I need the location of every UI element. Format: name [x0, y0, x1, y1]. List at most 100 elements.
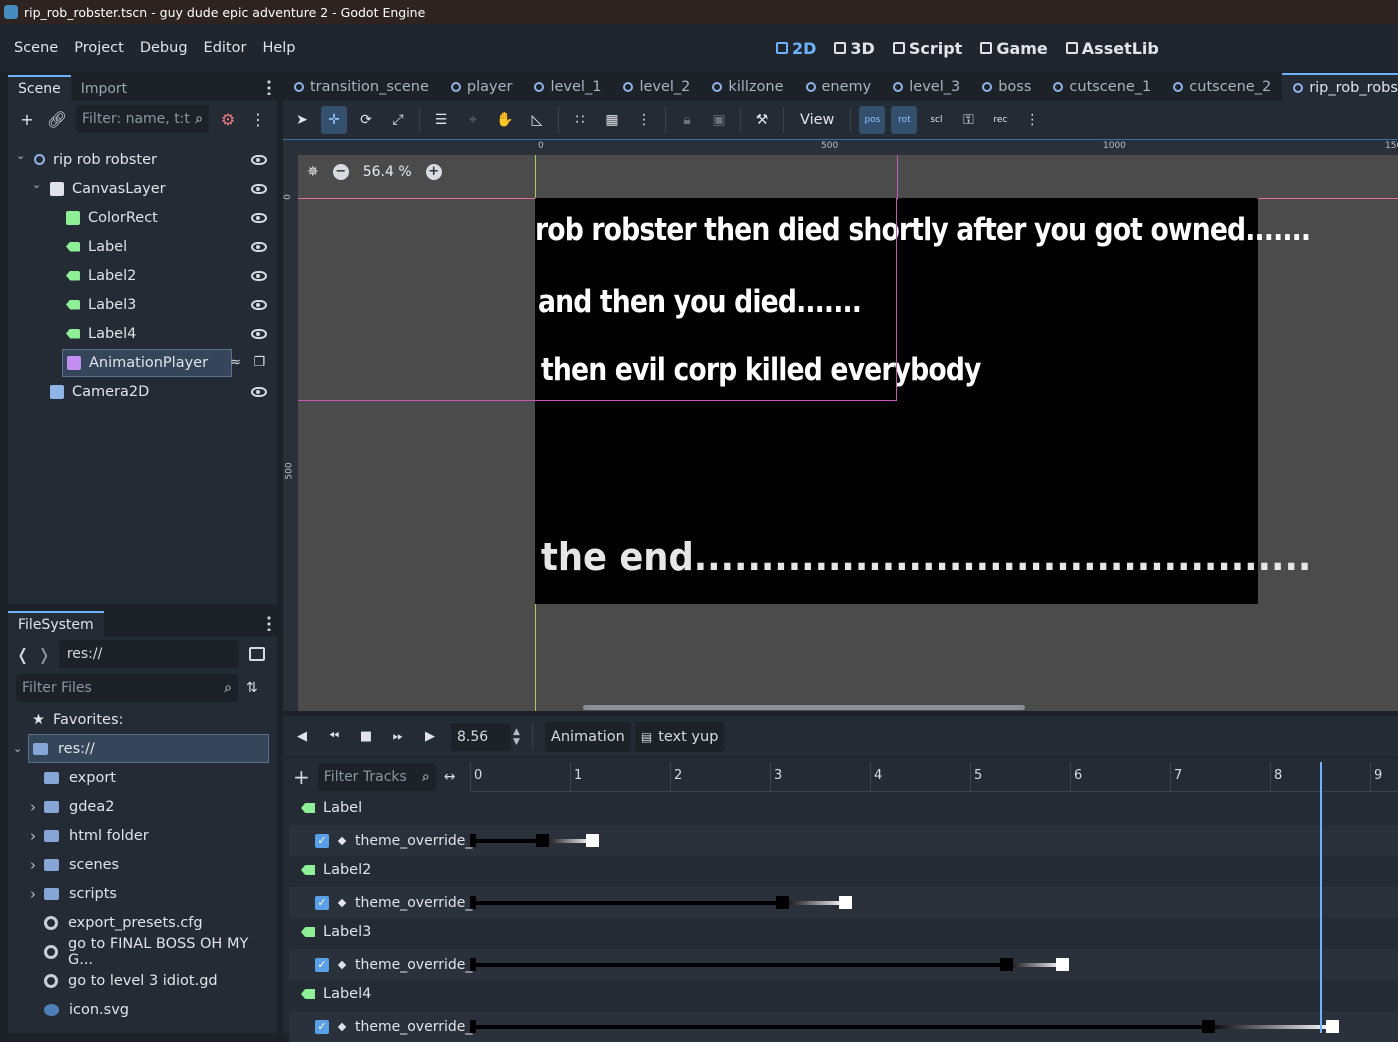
current-animation-select[interactable]: ▤ text yup [634, 721, 725, 752]
workspace-script-button[interactable]: Script [892, 39, 962, 58]
animation-menu-button[interactable]: Animation [544, 721, 631, 752]
time-spinner-icon[interactable]: ▲ ▼ [513, 727, 520, 747]
zoom-level[interactable]: 56.4 % [363, 164, 412, 180]
add-node-icon[interactable]: + [16, 108, 38, 130]
keyframe[interactable] [470, 896, 476, 909]
fs-item[interactable]: export_presets.cfg [8, 908, 277, 937]
keyframe[interactable] [1056, 958, 1069, 971]
expand-arrow-icon[interactable]: ⌄ [16, 149, 25, 162]
menu-debug[interactable]: Debug [132, 40, 196, 56]
tab-level-1[interactable]: level_1 [523, 73, 612, 101]
scale-tool-icon[interactable]: ⤢ [385, 106, 411, 134]
tab-player[interactable]: player [440, 73, 524, 101]
collapse-arrow-icon[interactable]: ⌄ [13, 742, 22, 755]
zoom-out-icon[interactable]: − [332, 164, 349, 180]
track-node-name[interactable]: Label4 [289, 980, 371, 1008]
fs-item[interactable]: export [8, 763, 277, 792]
workspace-game-button[interactable]: Game [980, 39, 1048, 58]
scene-node-rip-rob-robster[interactable]: rip rob robster ⌄ [8, 145, 277, 174]
visibility-eye-icon[interactable] [251, 183, 267, 194]
tab-import[interactable]: Import [71, 77, 137, 101]
script-icon[interactable]: ❐ [253, 355, 265, 370]
keyframe[interactable] [536, 834, 549, 847]
fs-path-input[interactable]: res:// [58, 640, 239, 668]
expand-arrow-icon[interactable]: › [30, 885, 36, 903]
menu-help[interactable]: Help [254, 40, 303, 56]
signal-icon[interactable]: ≈ [230, 355, 241, 370]
smart-snap-icon[interactable]: ∷ [567, 106, 593, 134]
auto-key-icon[interactable]: rec [987, 106, 1013, 134]
label-text-4[interactable]: the end.................................… [541, 535, 1311, 579]
track-property-row[interactable]: ✓ theme_override_ [289, 1011, 1398, 1042]
select-tool-icon[interactable]: ➤ [289, 106, 315, 134]
track-property-row[interactable]: ✓ theme_override_ [289, 949, 1398, 980]
track-node-name[interactable]: Label [289, 794, 362, 822]
scene-node-label2[interactable]: Label2 [8, 261, 277, 290]
scene-node-label3[interactable]: Label3 [8, 290, 277, 319]
fs-item[interactable]: › scenes [8, 850, 277, 879]
canvas-viewport[interactable]: 0 500 1000 150 0 500 ✵ − 56.4 % + rob ro… [283, 139, 1398, 711]
snap-options-icon[interactable]: ⋮ [631, 106, 657, 134]
pivot-icon[interactable]: ⌖ [460, 106, 486, 134]
fs-item[interactable]: icon.svg [8, 995, 277, 1024]
favorites-row[interactable]: ★ Favorites: [8, 705, 277, 734]
filter-tracks-input[interactable]: Filter Tracks ⌕ [317, 763, 436, 791]
workspace-3d-button[interactable]: 3D [834, 39, 875, 58]
visibility-eye-icon[interactable] [251, 154, 267, 165]
tab-rip-rob-robster[interactable]: rip_rob_robster [1282, 73, 1398, 101]
expand-arrow-icon[interactable]: ⌄ [32, 178, 41, 191]
stop-icon[interactable]: ■ [355, 729, 377, 744]
forward-icon[interactable]: ❭ [37, 645, 50, 664]
track-enabled-checkbox[interactable]: ✓ [315, 1019, 329, 1034]
scene-node-label4[interactable]: Label4 [8, 319, 277, 348]
add-track-icon[interactable]: + [293, 765, 310, 789]
keyframe[interactable] [776, 896, 789, 909]
view-menu-button[interactable]: View [792, 112, 842, 128]
track-property-row[interactable]: ✓ theme_override_ [289, 825, 1398, 856]
scene-filter-input[interactable]: Filter: name, t:t ⌕ [76, 105, 209, 133]
track-node-name[interactable]: Label2 [289, 856, 371, 884]
tab-boss[interactable]: boss [971, 73, 1042, 101]
keyframe[interactable] [1326, 1020, 1339, 1033]
fs-dock-menu-icon[interactable] [267, 615, 271, 631]
visibility-eye-icon[interactable] [251, 270, 267, 281]
visibility-eye-icon[interactable] [251, 328, 267, 339]
keyframe[interactable] [470, 1020, 476, 1033]
track-node-name[interactable]: Label3 [289, 918, 371, 946]
scene-node-canvaslayer[interactable]: CanvasLayer ⌄ [8, 174, 277, 203]
playhead[interactable] [1320, 762, 1322, 1033]
expand-arrow-icon[interactable]: › [30, 856, 36, 874]
play-icon[interactable]: ▶ [419, 729, 441, 744]
tab-level-2[interactable]: level_2 [612, 73, 701, 101]
tab-cutscene-1[interactable]: cutscene_1 [1042, 73, 1162, 101]
keyframe[interactable] [1000, 958, 1013, 971]
workspace-2d-button[interactable]: 2D [776, 39, 816, 58]
grid-snap-icon[interactable]: ▦ [599, 106, 625, 134]
ruler-tool-icon[interactable]: ◺ [524, 106, 550, 134]
track-enabled-checkbox[interactable]: ✓ [315, 957, 329, 972]
group-icon[interactable]: ▣ [706, 106, 732, 134]
insert-key-icon[interactable]: ⚿ [955, 106, 981, 134]
expand-arrow-icon[interactable]: › [30, 827, 36, 845]
workspace-assetlib-button[interactable]: AssetLib [1065, 39, 1159, 58]
viewport-horizontal-scrollbar[interactable] [583, 705, 1025, 710]
play-backwards-from-end-icon[interactable]: ⏪︎ [323, 729, 345, 744]
fs-filter-input[interactable]: Filter Files ⌕ [16, 674, 238, 702]
fs-item[interactable]: ⌄ res:// [13, 734, 269, 763]
tab-cutscene-2[interactable]: cutscene_2 [1162, 73, 1282, 101]
visibility-eye-icon[interactable] [251, 241, 267, 252]
keyframe[interactable] [470, 958, 476, 971]
center-view-icon[interactable]: ✵ [307, 164, 319, 180]
script-attach-icon[interactable]: ⚙ [217, 108, 239, 130]
fs-item[interactable]: go to FINAL BOSS OH MY G... [8, 936, 277, 968]
visibility-eye-icon[interactable] [251, 212, 267, 223]
skeleton-icon[interactable]: ⚒ [749, 106, 775, 134]
keyframe[interactable] [839, 896, 852, 909]
visibility-eye-icon[interactable] [251, 386, 267, 397]
animation-time-input[interactable]: 8.56 [451, 722, 511, 751]
visibility-eye-icon[interactable] [251, 299, 267, 310]
tab-level-3[interactable]: level_3 [882, 73, 971, 101]
pan-tool-icon[interactable]: ✋ [492, 106, 518, 134]
keyframe[interactable] [586, 834, 599, 847]
play-from-start-icon[interactable]: ⏩︎ [387, 729, 409, 744]
